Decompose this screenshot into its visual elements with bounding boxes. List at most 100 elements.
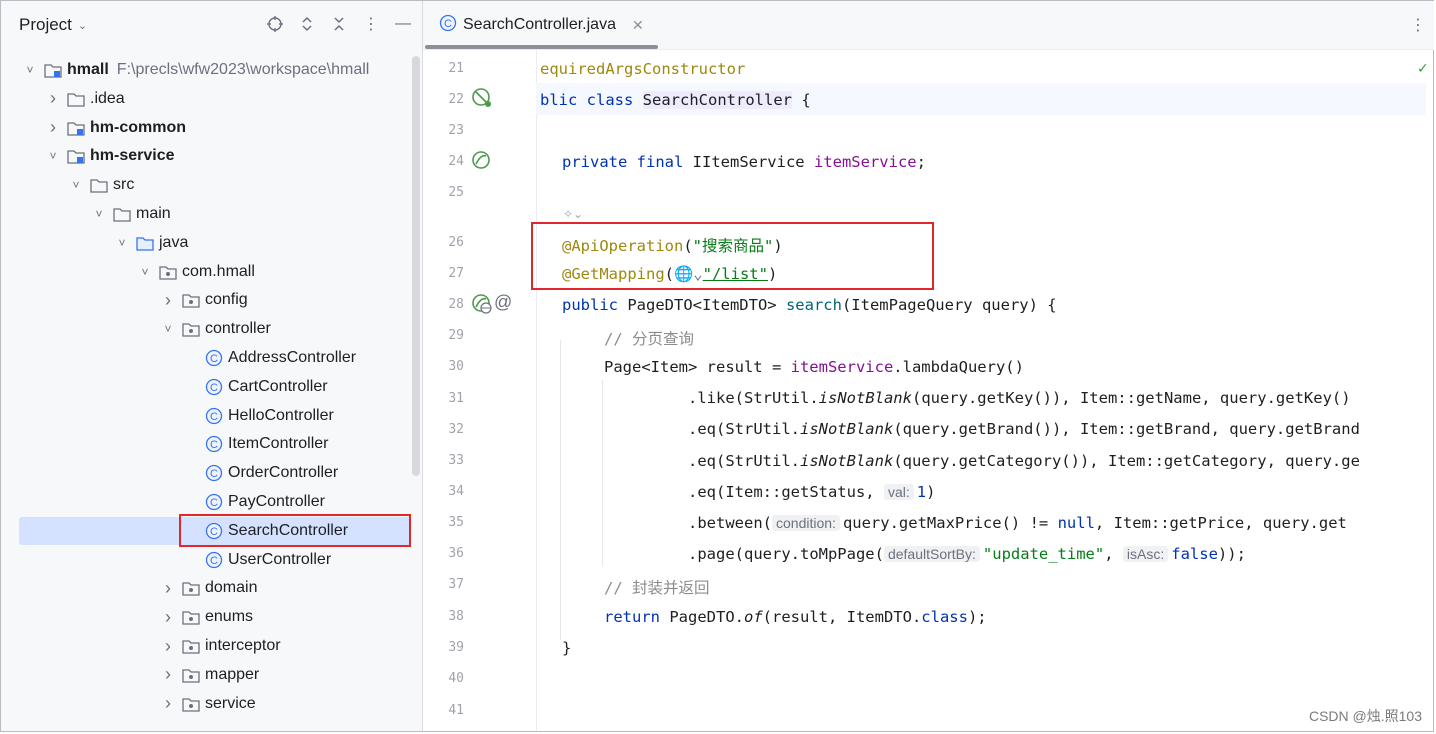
ai-actions-icon[interactable]: ✧⌄ — [563, 207, 583, 221]
tree-item[interactable]: ˅ hmall F:\precls\wfw2023\workspace\hmall — [1, 56, 411, 84]
chevron-down-icon[interactable]: ˅ — [161, 322, 175, 336]
code-line-36[interactable]: .page(query.toMpPage(defaultSortBy: "upda… — [688, 545, 1246, 563]
class-icon: C — [204, 407, 224, 425]
line-number[interactable]: 26 — [424, 235, 464, 250]
line-number[interactable]: 36 — [424, 546, 464, 561]
project-panel-title[interactable]: Project — [19, 15, 72, 35]
chevron-down-icon[interactable]: ˅ — [23, 63, 37, 77]
tree-item[interactable]: ˅ main — [1, 200, 411, 228]
checkmark-icon[interactable]: ✓ — [1417, 60, 1429, 77]
chevron-down-icon[interactable]: ˅ — [69, 178, 83, 192]
code-line-39[interactable]: } — [562, 639, 571, 657]
line-number[interactable]: 41 — [424, 703, 464, 718]
line-number[interactable]: 40 — [424, 671, 464, 686]
collapse-all-icon[interactable] — [330, 13, 348, 35]
tree-item[interactable]: C ItemController — [1, 430, 411, 458]
line-number[interactable]: 28 — [424, 297, 464, 312]
code-line-35[interactable]: .between(condition: query.getMaxPrice() !… — [688, 514, 1347, 532]
line-number[interactable]: 33 — [424, 453, 464, 468]
line-number[interactable]: 24 — [424, 154, 464, 169]
chevron-right-icon[interactable]: › — [161, 693, 175, 714]
more-options-icon[interactable]: ⋮ — [1410, 15, 1426, 35]
tree-item[interactable]: C PayController — [1, 488, 411, 516]
web-endpoint-icon[interactable] — [471, 293, 493, 320]
line-number[interactable]: 39 — [424, 640, 464, 655]
tree-item[interactable]: ˅ controller — [1, 315, 411, 343]
tree-item[interactable]: › interceptor — [1, 632, 411, 660]
code-line-33[interactable]: .eq(StrUtil.isNotBlank(query.getCategory… — [688, 452, 1360, 470]
close-icon[interactable]: ✕ — [632, 17, 644, 34]
chevron-down-icon[interactable]: ˅ — [115, 236, 129, 250]
code-line-24[interactable]: private final IItemService itemService; — [562, 153, 926, 171]
chevron-down-icon[interactable]: ˅ — [46, 149, 60, 163]
tab-label: SearchController.java — [463, 16, 616, 33]
tree-item[interactable]: › mapper — [1, 661, 411, 689]
chevron-right-icon[interactable]: › — [46, 88, 60, 109]
code-line-34[interactable]: .eq(Item::getStatus, val: 1) — [688, 483, 935, 501]
class-icon: C — [204, 435, 224, 453]
locate-icon[interactable] — [266, 13, 284, 35]
tree-item[interactable]: › service — [1, 690, 411, 718]
chevron-down-icon[interactable]: ˅ — [92, 207, 106, 221]
line-number[interactable]: 32 — [424, 422, 464, 437]
line-number[interactable]: 38 — [424, 609, 464, 624]
tree-item[interactable]: C OrderController — [1, 459, 411, 487]
svg-text:C: C — [210, 411, 218, 423]
chevron-right-icon[interactable]: › — [161, 607, 175, 628]
tree-item[interactable]: C UserController — [1, 546, 411, 574]
at-sign-icon[interactable]: @ — [494, 292, 512, 313]
tree-item-label: hm-common — [90, 118, 186, 136]
line-number[interactable]: 22 — [424, 92, 464, 107]
tree-item[interactable]: ˅ com.hmall — [1, 258, 411, 286]
tree-item[interactable]: › domain — [1, 574, 411, 602]
line-number[interactable]: 35 — [424, 515, 464, 530]
tree-item-label: config — [205, 291, 248, 309]
code-line-22[interactable]: blic class SearchController { — [540, 91, 811, 109]
code-line-21[interactable]: equiredArgsConstructor — [540, 60, 745, 78]
code-line-29[interactable]: // 分页查询 — [604, 327, 694, 349]
chevron-right-icon[interactable]: › — [161, 578, 175, 599]
chevron-right-icon[interactable]: › — [161, 636, 175, 657]
more-options-icon[interactable]: ⋮ — [362, 13, 380, 35]
expand-all-icon[interactable] — [298, 13, 316, 35]
tree-item-label: java — [159, 233, 189, 251]
line-number[interactable]: 31 — [424, 391, 464, 406]
code-line-38[interactable]: return PageDTO.of(result, ItemDTO.class)… — [604, 608, 987, 626]
parameter-hint: defaultSortBy: — [883, 546, 980, 562]
tab-search-controller[interactable]: C SearchController.java ✕ — [439, 1, 644, 49]
highlight-box-annotations — [531, 222, 934, 290]
code-line-31[interactable]: .like(StrUtil.isNotBlank(query.getKey())… — [688, 389, 1351, 407]
line-number[interactable]: 34 — [424, 484, 464, 499]
line-number[interactable]: 37 — [424, 577, 464, 592]
tree-item[interactable]: ˅ java — [1, 229, 411, 257]
line-number[interactable]: 27 — [424, 266, 464, 281]
tree-item[interactable]: C CartController — [1, 373, 411, 401]
tree-item[interactable]: › .idea — [1, 85, 411, 113]
chevron-right-icon[interactable]: › — [161, 290, 175, 311]
line-number[interactable]: 23 — [424, 123, 464, 138]
tree-item[interactable]: ˅ hm-service — [1, 142, 411, 170]
tree-item-label: src — [113, 176, 135, 194]
hide-panel-icon[interactable]: — — [394, 13, 412, 35]
spring-bean-icon[interactable] — [471, 150, 493, 177]
tree-item[interactable]: C AddressController — [1, 344, 411, 372]
code-line-32[interactable]: .eq(StrUtil.isNotBlank(query.getBrand())… — [688, 420, 1360, 438]
project-scrollbar[interactable] — [412, 56, 420, 476]
tree-item[interactable]: › enums — [1, 603, 411, 631]
spring-bean-icon[interactable] — [471, 87, 493, 114]
code-line-30[interactable]: Page<Item> result = itemService.lambdaQu… — [604, 358, 1024, 376]
code-line-28[interactable]: public PageDTO<ItemDTO> search(ItemPageQ… — [562, 296, 1057, 314]
tree-item[interactable]: › hm-common — [1, 114, 411, 142]
line-number[interactable]: 30 — [424, 359, 464, 374]
chevron-right-icon[interactable]: › — [46, 117, 60, 138]
chevron-down-icon[interactable]: ⌄ — [78, 19, 87, 32]
tree-item[interactable]: ˅ src — [1, 171, 411, 199]
code-line-37[interactable]: // 封装并返回 — [604, 576, 710, 598]
tree-item[interactable]: C HelloController — [1, 402, 411, 430]
line-number[interactable]: 29 — [424, 328, 464, 343]
chevron-down-icon[interactable]: ˅ — [138, 265, 152, 279]
line-number[interactable]: 21 — [424, 61, 464, 76]
chevron-right-icon[interactable]: › — [161, 664, 175, 685]
line-number[interactable]: 25 — [424, 185, 464, 200]
tree-item[interactable]: › config — [1, 286, 411, 314]
